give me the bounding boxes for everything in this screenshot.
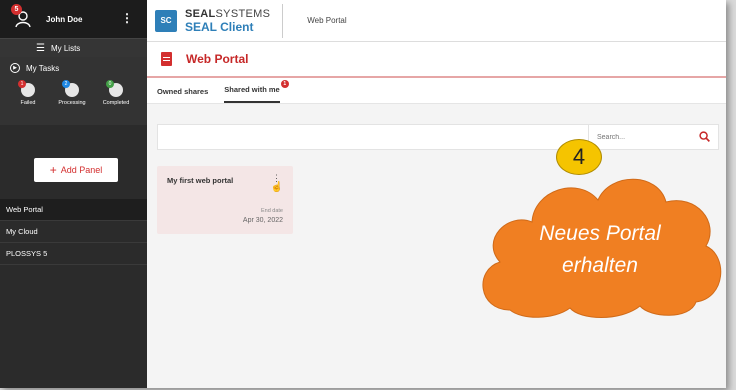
- task-completed[interactable]: 0 Completed: [94, 80, 138, 106]
- notification-badge: 5: [11, 4, 22, 15]
- list-icon: ☰: [36, 42, 45, 54]
- tab-shared-with-me[interactable]: Shared with me 1: [224, 80, 289, 103]
- callout-line-1: Neues Portal: [539, 222, 661, 245]
- user-name: John Doe: [46, 14, 83, 24]
- play-circle-icon: ▶: [10, 63, 20, 73]
- plus-icon: +: [49, 163, 57, 177]
- sidebar-item-web-portal[interactable]: Web Portal: [0, 199, 147, 221]
- brand-company: SEALSYSTEMS: [185, 7, 271, 20]
- kebab-menu-icon[interactable]: ⋮: [121, 12, 133, 24]
- sidebar-item-plossys[interactable]: PLOSSYS 5: [0, 243, 147, 265]
- task-processing[interactable]: 2 Processing: [50, 80, 94, 106]
- tab-owned-shares[interactable]: Owned shares: [157, 87, 208, 103]
- callout-text: Neues Portal erhalten: [490, 218, 710, 282]
- card-end-date: Apr 30, 2022: [242, 217, 283, 224]
- step-number-badge: 4: [556, 139, 602, 175]
- my-tasks-section: ▶ My Tasks 1 Failed 2 Processing 0 Compl…: [0, 57, 147, 125]
- user-icon[interactable]: 5: [11, 4, 32, 28]
- page-title: Web Portal: [186, 52, 249, 66]
- task-label: Processing: [58, 100, 86, 106]
- search-input[interactable]: [591, 125, 683, 149]
- card-title: My first web portal: [167, 176, 234, 185]
- failed-icon: 1: [18, 80, 35, 97]
- card-end-label: End date: [260, 208, 283, 214]
- my-lists-item[interactable]: ☰ My Lists: [0, 39, 147, 57]
- user-bar: 5 John Doe ⋮: [0, 0, 147, 38]
- brand: SEALSYSTEMS SEAL Client: [185, 3, 284, 38]
- task-label: Failed: [20, 100, 36, 106]
- task-label: Completed: [102, 100, 130, 106]
- tab-bar: Owned shares Shared with me 1: [147, 78, 726, 104]
- side-nav: Web Portal My Cloud PLOSSYS 5: [0, 199, 147, 265]
- processing-icon: 2: [62, 80, 79, 97]
- callout-line-2: erhalten: [562, 254, 638, 277]
- pointer-hand-icon: ☝: [270, 182, 283, 193]
- search-bar: [157, 124, 719, 150]
- my-tasks-label: My Tasks: [26, 63, 60, 73]
- my-lists-label: My Lists: [50, 43, 81, 53]
- sidebar-item-my-cloud[interactable]: My Cloud: [0, 221, 147, 243]
- task-failed[interactable]: 1 Failed: [6, 80, 50, 106]
- tab-label: Shared with me: [224, 85, 280, 94]
- task-status-row: 1 Failed 2 Processing 0 Completed: [0, 80, 147, 106]
- add-panel-label: Add Panel: [60, 165, 103, 175]
- completed-icon: 0: [106, 80, 123, 97]
- brand-product: SEAL Client: [185, 19, 254, 34]
- add-panel-button[interactable]: + Add Panel: [34, 158, 118, 182]
- search-icon[interactable]: [699, 131, 710, 142]
- sidebar: 5 John Doe ⋮ ☰ My Lists ▶ My Tasks 1 Fai…: [0, 0, 147, 388]
- tab-badge: 1: [280, 80, 289, 88]
- app-logo-icon[interactable]: SC: [155, 9, 177, 32]
- app-window: 5 John Doe ⋮ ☰ My Lists ▶ My Tasks 1 Fai…: [0, 0, 726, 388]
- breadcrumb: Web Portal: [307, 16, 347, 25]
- my-tasks-item[interactable]: ▶ My Tasks: [0, 63, 147, 73]
- document-icon: [161, 52, 172, 66]
- title-bar: Web Portal: [147, 42, 726, 78]
- portal-card[interactable]: My first web portal ⋮ ☝ End date Apr 30,…: [157, 166, 293, 234]
- header: SC SEALSYSTEMS SEAL Client Web Portal: [147, 0, 726, 42]
